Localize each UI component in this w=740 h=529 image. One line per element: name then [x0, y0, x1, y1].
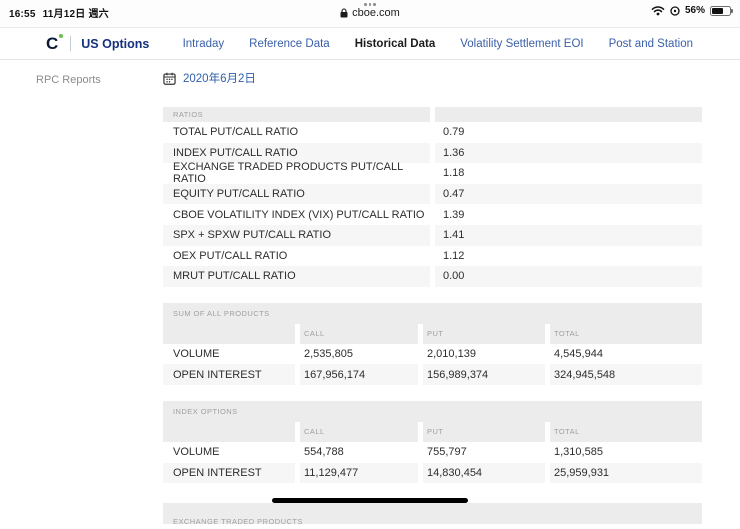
ratios-table: RATIOS TOTAL PUT/CALL RATIO 0.79 INDEX P… [163, 107, 702, 287]
column-header-row: CALL PUT TOTAL [163, 323, 702, 344]
col-header-put: PUT [427, 427, 444, 437]
nav-link-reference-data[interactable]: Reference Data [249, 38, 330, 50]
table-row: EXCHANGE TRADED PRODUCTS PUT/CALL RATIO … [173, 161, 465, 186]
cboe-logo[interactable]: C [46, 34, 64, 53]
table-title-bar: INDEX OPTIONS [163, 400, 702, 422]
nav-link-volatility-settlement-eoi[interactable]: Volatility Settlement EOI [460, 38, 583, 50]
brand-name: US Options [81, 36, 150, 51]
lock-icon [340, 7, 348, 18]
battery-icon [710, 5, 733, 16]
date-value: 2020年6月2日 [183, 73, 256, 85]
calendar-icon [163, 72, 176, 85]
col-header-call: CALL [304, 329, 325, 339]
brand[interactable]: C US Options [46, 34, 150, 53]
sidebar-item-rpc-reports[interactable]: RPC Reports [36, 74, 163, 86]
ratios-title: RATIOS [173, 110, 204, 119]
logo-dot-icon [59, 34, 64, 38]
nav-link-intraday[interactable]: Intraday [183, 38, 225, 50]
sidebar: RPC Reports [0, 60, 163, 524]
clock: 16:55 [9, 9, 36, 20]
table-row: TOTAL PUT/CALL RATIO 0.79 [173, 126, 465, 139]
table-row: VOLUME 554,788 755,797 1,310,585 [173, 446, 603, 459]
wifi-icon [651, 5, 665, 16]
nav-links: Intraday Reference Data Historical Data … [183, 38, 693, 50]
status-date: 11月12日 週六 [42, 9, 109, 20]
nav-link-historical-data[interactable]: Historical Data [355, 38, 436, 50]
table-row: VOLUME 2,535,805 2,010,139 4,545,944 [173, 348, 603, 361]
page-content: RPC Reports 2020年6月2日 RATIOS TOTAL PUT/C… [0, 60, 740, 526]
table-row: MRUT PUT/CALL RATIO 0.00 [163, 266, 702, 287]
date-picker[interactable]: 2020年6月2日 [163, 71, 702, 85]
report-area: 2020年6月2日 RATIOS TOTAL PUT/CALL RATIO 0.… [163, 60, 702, 526]
column-header-row: CALL PUT TOTAL [163, 421, 702, 442]
col-header-call: CALL [304, 427, 325, 437]
sum-of-all-products-table: SUM OF ALL PRODUCTS CALL PUT TOTAL VOLUM… [163, 302, 702, 385]
site-header: C US Options Intraday Reference Data His… [0, 28, 740, 60]
table-row: EQUITY PUT/CALL RATIO 0.47 [163, 183, 702, 205]
table-row: OEX PUT/CALL RATIO 1.12 [173, 249, 465, 262]
col-header-total: TOTAL [554, 329, 580, 339]
table-row: OPEN INTEREST 167,956,174 156,989,374 32… [163, 364, 702, 385]
status-right: 56% [651, 3, 733, 16]
table-row: CBOE VOLATILITY INDEX (VIX) PUT/CALL RAT… [173, 208, 465, 221]
col-header-put: PUT [427, 329, 444, 339]
status-left: 16:55 11月12日 週六 [9, 3, 116, 20]
table-row: OPEN INTEREST 11,129,477 14,830,454 25,9… [163, 462, 702, 484]
table-row: INDEX PUT/CALL RATIO 1.36 [163, 142, 702, 164]
home-indicator[interactable] [272, 498, 468, 503]
table-row: SPX + SPXW PUT/CALL RATIO 1.41 [163, 224, 702, 246]
index-options-table: INDEX OPTIONS CALL PUT TOTAL VOLUME 554,… [163, 400, 702, 484]
brand-divider [70, 36, 72, 51]
orientation-lock-icon [670, 5, 680, 16]
battery-percent: 56% [684, 5, 705, 16]
address-bar[interactable]: cboe.com [340, 7, 400, 19]
url-text: cboe.com [352, 6, 400, 19]
table-title-bar: SUM OF ALL PRODUCTS [163, 302, 702, 324]
status-bar: 16:55 11月12日 週六 cboe.com 56% [0, 0, 740, 28]
col-header-total: TOTAL [554, 427, 580, 437]
ratios-header: RATIOS [163, 107, 702, 122]
logo-letter: C [46, 34, 59, 53]
nav-link-post-and-station[interactable]: Post and Station [609, 38, 693, 50]
